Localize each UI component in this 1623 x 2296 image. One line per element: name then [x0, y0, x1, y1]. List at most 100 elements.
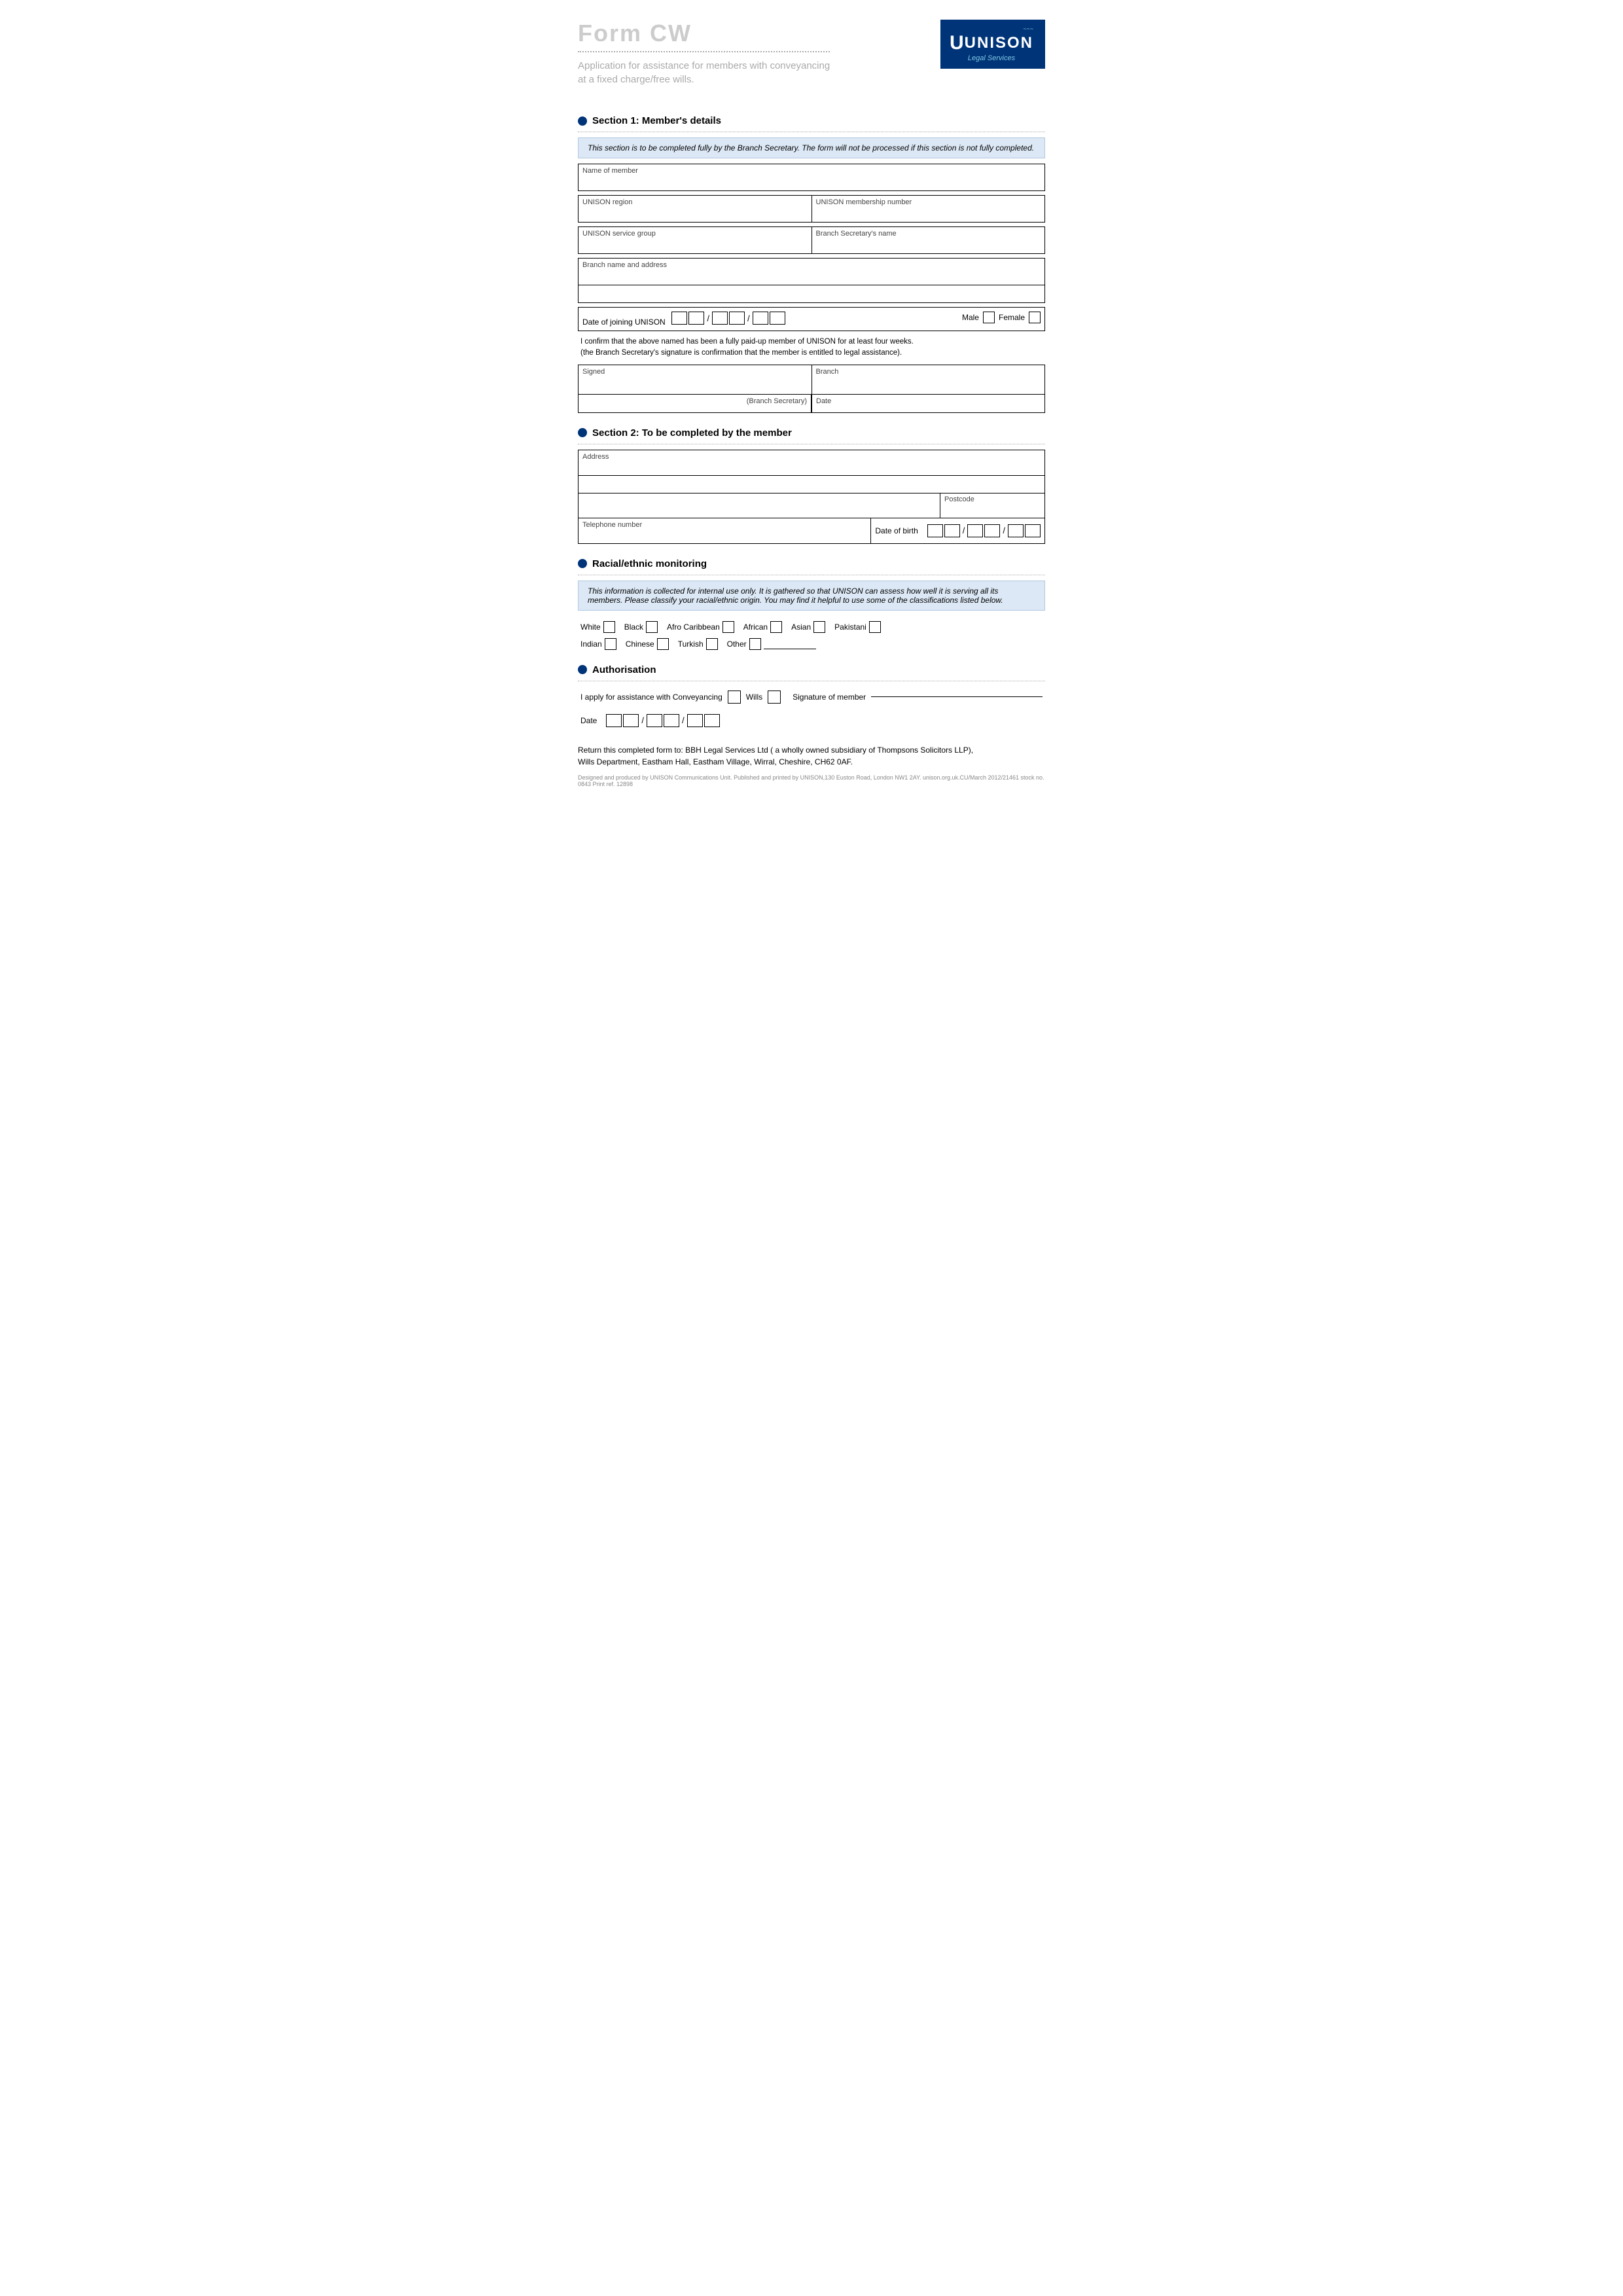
telephone-cell[interactable]: Telephone number [579, 518, 871, 543]
date-cell[interactable]: Date [812, 395, 1045, 413]
chinese-label: Chinese [626, 639, 654, 649]
chinese-checkbox[interactable] [657, 638, 669, 650]
branch-value[interactable] [816, 377, 1041, 391]
dob-label: Date of birth [875, 526, 918, 535]
signed-branch-row: Signed Branch [578, 365, 1045, 395]
address-row1[interactable]: Address [578, 450, 1045, 476]
dob-date-group[interactable]: / / [927, 524, 1041, 537]
day-box1[interactable] [671, 312, 687, 325]
date-joining-field[interactable]: / / [671, 312, 785, 325]
year-box2[interactable] [770, 312, 785, 325]
branch-address-line2[interactable] [582, 288, 1041, 300]
dob-m1[interactable] [967, 524, 983, 537]
signed-value[interactable] [582, 377, 808, 391]
pakistani-checkbox[interactable] [869, 621, 881, 633]
branch-sec-name-value[interactable] [816, 239, 1041, 251]
racial-banner: This information is collected for intern… [578, 581, 1045, 611]
date-label: Date [816, 397, 1041, 405]
racial-items-row: White Black Afro Caribbean African Asian… [578, 616, 1045, 638]
auth-date-group[interactable]: / / [606, 714, 719, 727]
indian-label: Indian [580, 639, 602, 649]
address-line2[interactable] [582, 478, 1041, 490]
signature-label: Signature of member [793, 692, 866, 702]
signature-line[interactable] [871, 696, 1043, 697]
form-title-area: Form CW Application for assistance for m… [578, 20, 830, 106]
region-value[interactable] [582, 207, 808, 219]
auth-d1[interactable] [606, 714, 622, 727]
auth-dot [578, 665, 587, 674]
pakistani-label: Pakistani [834, 622, 866, 632]
male-checkbox[interactable] [983, 312, 995, 323]
asian-label: Asian [791, 622, 811, 632]
branch-name-value[interactable] [582, 270, 1041, 282]
auth-y2[interactable] [704, 714, 720, 727]
conveyancing-checkbox[interactable] [728, 691, 741, 704]
dob-cell[interactable]: Date of birth / / [871, 518, 1044, 543]
wills-checkbox[interactable] [768, 691, 781, 704]
logo-text: U UNISON [950, 32, 1033, 54]
date-joining-label: Date of joining UNISON [582, 317, 666, 327]
black-label: Black [624, 622, 643, 632]
year-box1[interactable] [753, 312, 768, 325]
dob-d2[interactable] [944, 524, 960, 537]
month-box2[interactable] [729, 312, 745, 325]
auth-m2[interactable] [664, 714, 679, 727]
male-label: Male [962, 313, 979, 322]
return-text: Return this completed form to: BBH Legal… [578, 744, 1045, 768]
female-label: Female [999, 313, 1025, 322]
auth-d2[interactable] [623, 714, 639, 727]
day-box2[interactable] [688, 312, 704, 325]
racial-asian: Asian [791, 621, 825, 633]
auth-conveyancing-row: I apply for assistance with Conveyancing… [578, 687, 1045, 708]
african-checkbox[interactable] [770, 621, 782, 633]
racial-pakistani: Pakistani [834, 621, 881, 633]
footer-small: Designed and produced by UNISON Communic… [578, 774, 1045, 787]
branch-sec-date-row: (Branch Secretary) Date [578, 395, 1045, 413]
racial-title: Racial/ethnic monitoring [592, 558, 707, 569]
auth-m1[interactable] [647, 714, 662, 727]
female-checkbox[interactable] [1029, 312, 1041, 323]
postcode-cell[interactable]: Postcode [940, 493, 1044, 518]
asian-checkbox[interactable] [813, 621, 825, 633]
racial-white: White [580, 621, 615, 633]
branch-secretary-label: (Branch Secretary) [747, 397, 807, 405]
form-subtitle: Application for assistance for members w… [578, 59, 830, 86]
auth-title: Authorisation [592, 664, 656, 675]
section2-title: Section 2: To be completed by the member [592, 427, 792, 439]
gender-group: Male Female [962, 312, 1041, 323]
auth-date-row: Date / / [578, 710, 1045, 731]
other-checkbox[interactable] [749, 638, 761, 650]
dob-m2[interactable] [984, 524, 1000, 537]
name-value[interactable] [582, 176, 1041, 188]
header: Form CW Application for assistance for m… [578, 20, 1045, 106]
black-checkbox[interactable] [646, 621, 658, 633]
service-branch-sec-row: UNISON service group Branch Secretary's … [578, 226, 1045, 254]
telephone-value[interactable] [582, 530, 866, 541]
membership-number-label: UNISON membership number [816, 198, 1041, 206]
postcode-value[interactable] [944, 505, 1041, 515]
month-box1[interactable] [712, 312, 728, 325]
branch-sec-name-label: Branch Secretary's name [816, 230, 1041, 238]
membership-number-value[interactable] [816, 207, 1041, 219]
dob-y1[interactable] [1008, 524, 1024, 537]
branch-cell[interactable]: Branch [812, 365, 1045, 394]
dob-d1[interactable] [927, 524, 943, 537]
auth-header: Authorisation [578, 664, 1045, 675]
confirm-text: I confirm that the above named has been … [580, 336, 1043, 359]
turkish-checkbox[interactable] [706, 638, 718, 650]
section2-header: Section 2: To be completed by the member [578, 427, 1045, 439]
address-row2[interactable] [578, 475, 1045, 493]
other-text-field[interactable] [764, 639, 816, 649]
u-icon: U [950, 32, 965, 54]
white-checkbox[interactable] [603, 621, 615, 633]
auth-y1[interactable] [687, 714, 703, 727]
region-membership-row: UNISON region UNISON membership number [578, 195, 1045, 223]
service-group-value[interactable] [582, 239, 808, 251]
postcode-row: Postcode [578, 493, 1045, 518]
indian-checkbox[interactable] [605, 638, 616, 650]
dob-y2[interactable] [1025, 524, 1041, 537]
address-line1[interactable] [582, 462, 1041, 473]
afro-checkbox[interactable] [722, 621, 734, 633]
spacer [579, 493, 940, 518]
signed-cell[interactable]: Signed [579, 365, 812, 394]
